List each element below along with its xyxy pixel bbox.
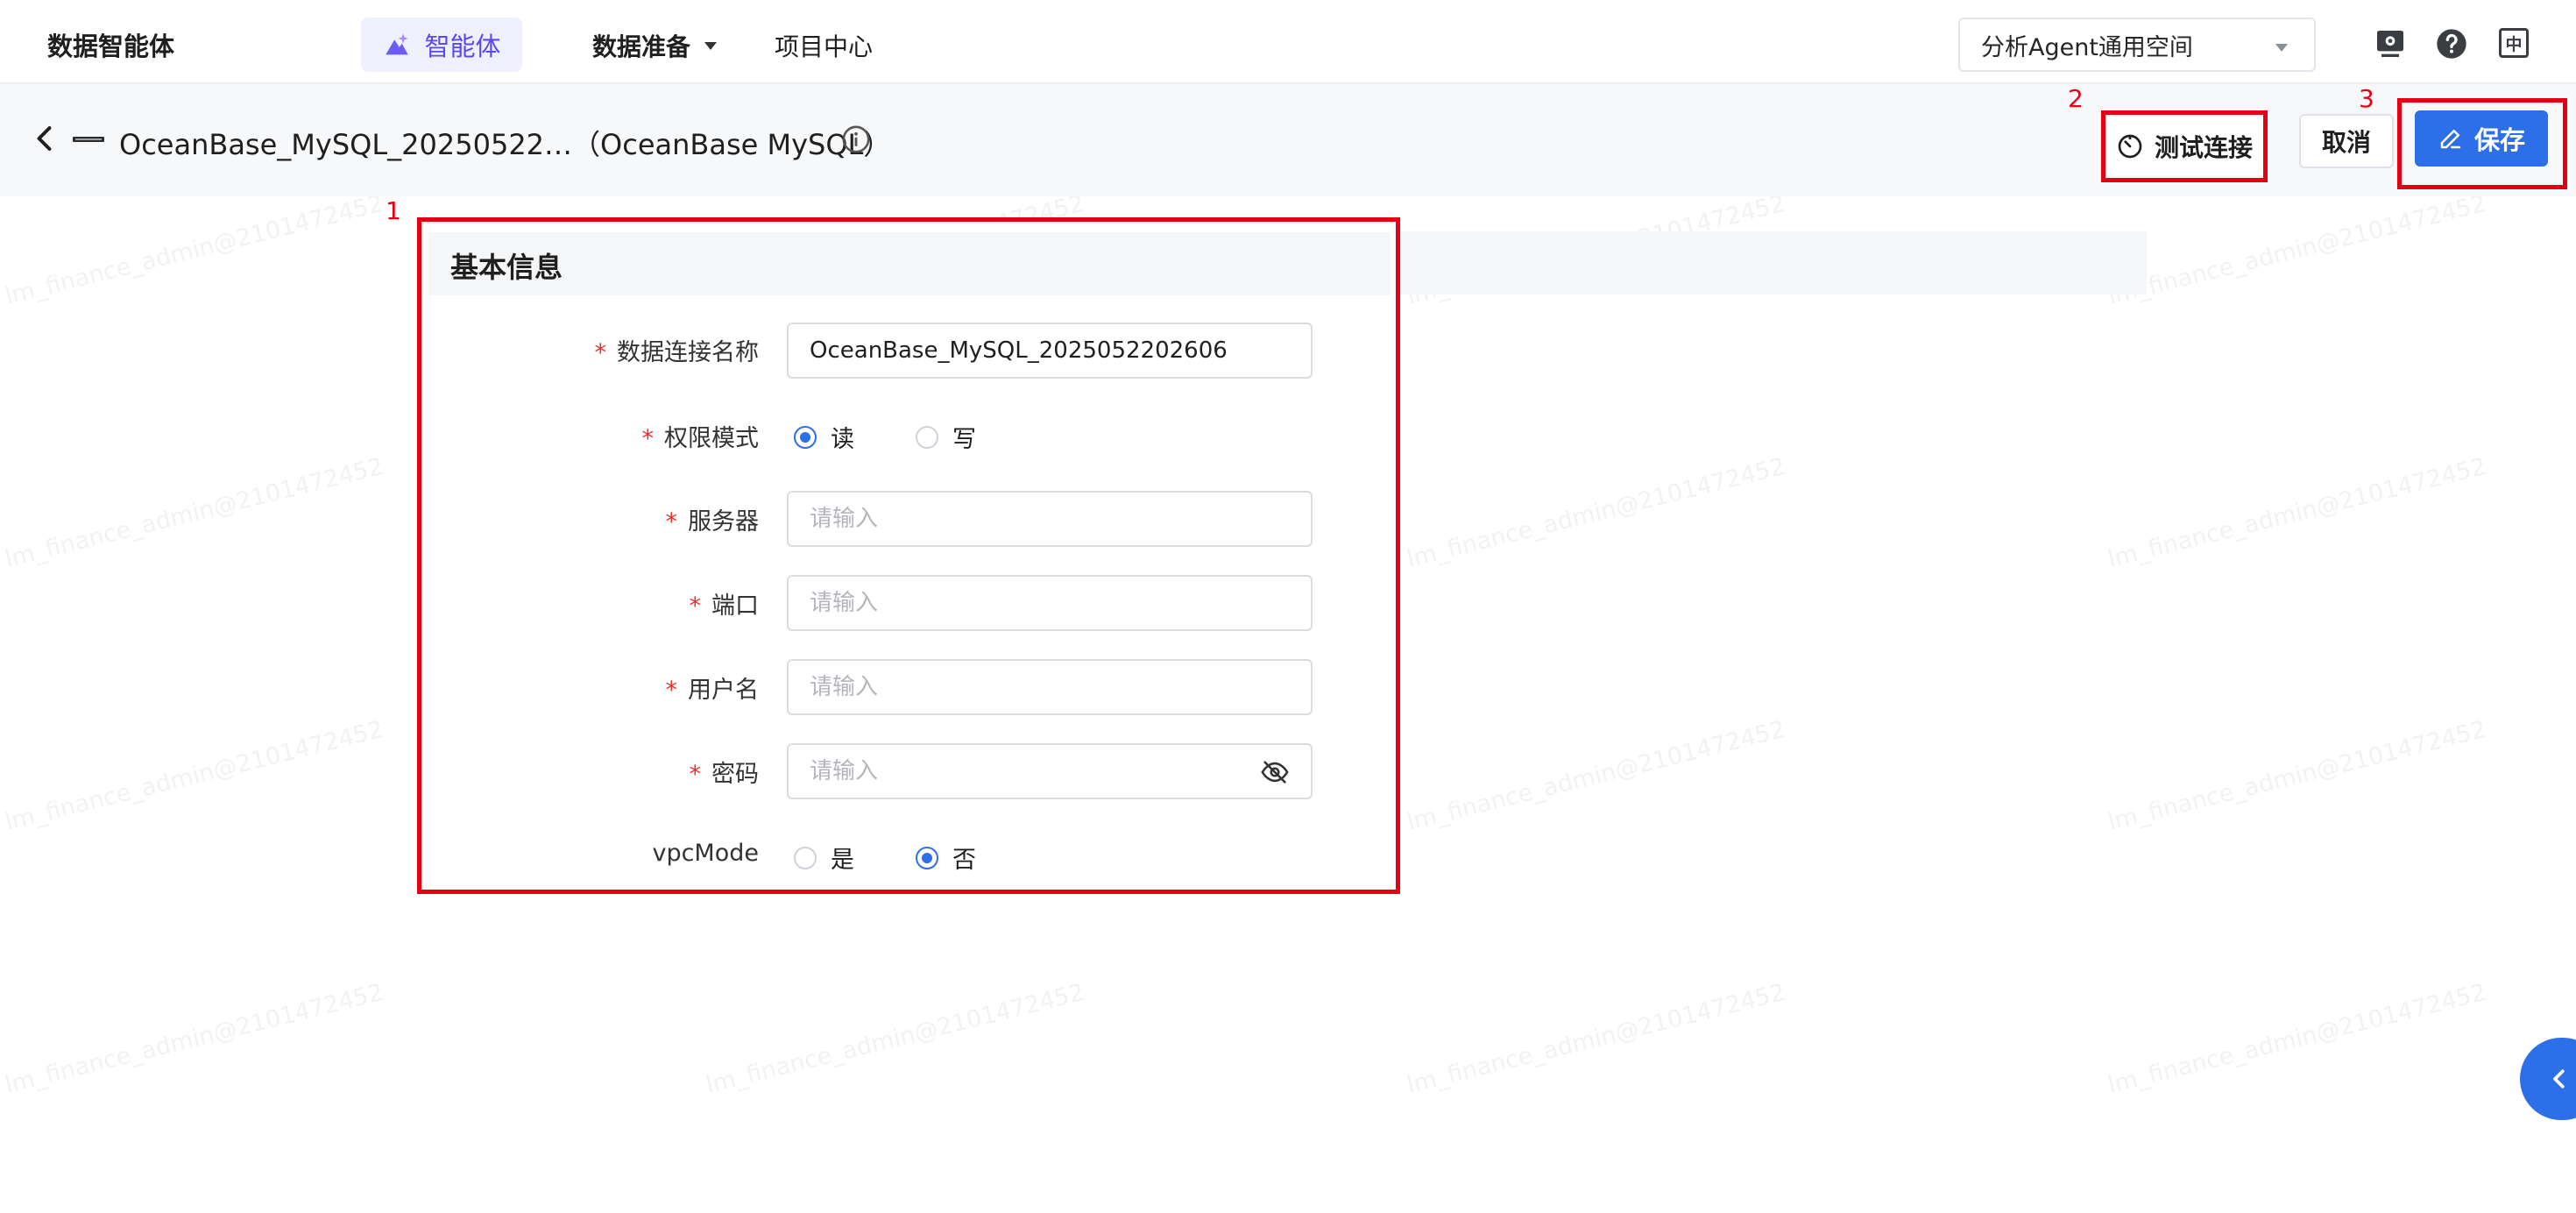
annotation-marker: 3 [2359,84,2374,113]
server-input[interactable] [787,491,1313,547]
vpc-mode-label: vpcMode [652,840,759,867]
caret-down-icon [704,41,718,50]
brand-title: 数据智能体 [47,32,175,61]
nav-menu-data-prep-label: 数据准备 [592,32,691,61]
watermark: lm_finance_admin@2101472452 [1404,978,1788,1100]
monitor-gear-icon[interactable] [2373,26,2408,61]
vpc-option-no[interactable]: 否 [916,841,976,875]
radio-unchecked[interactable] [794,846,817,869]
required-asterisk: * [641,425,655,452]
watermark: lm_finance_admin@2101472452 [1404,452,1788,574]
required-asterisk: * [665,508,678,536]
test-connection-button[interactable]: 测试连接 [2101,110,2268,182]
watermark: lm_finance_admin@2101472452 [2105,452,2489,574]
watermark: lm_finance_admin@2101472452 [2,715,386,837]
permission-option-write[interactable]: 写 [916,420,976,454]
save-label: 保存 [2473,125,2525,155]
annotation-marker: 2 [2068,84,2084,113]
permission-option-read[interactable]: 读 [794,420,854,454]
edit-pen-icon [2440,130,2461,149]
agent-sparkle-icon [386,33,409,55]
nav-menu-data-prep[interactable]: 数据准备 [592,28,718,63]
vpc-option-yes[interactable]: 是 [794,841,854,875]
nav-tab-agent[interactable]: 智能体 [361,18,522,72]
workspace-select[interactable]: 分析Agent通用空间 [1958,18,2316,72]
watermark: lm_finance_admin@2101472452 [2,189,386,311]
radio-unchecked[interactable] [916,425,938,449]
oceanbase-logo-icon [73,137,104,142]
save-button[interactable]: 保存 [2415,110,2548,167]
port-input[interactable] [787,575,1313,631]
cancel-button[interactable]: 取消 [2299,114,2394,168]
watermark: lm_finance_admin@2101472452 [1404,715,1788,837]
vpc-mode-radio-group: 是 否 [794,841,1037,875]
test-connection-label: 测试连接 [2154,133,2253,162]
password-input[interactable] [787,743,1313,799]
chevron-left-icon [2553,1069,2565,1089]
timer-icon [2118,134,2142,159]
back-arrow-icon[interactable] [30,123,61,154]
section-header-bar [428,232,1391,295]
nav-tab-agent-label: 智能体 [424,32,501,61]
username-field-label: * 用户名 [665,677,760,704]
server-field-label: * 服务器 [665,508,760,536]
watermark: lm_finance_admin@2101472452 [2,978,386,1100]
name-field-label: * 数据连接名称 [594,339,760,366]
eye-off-icon[interactable] [1260,757,1290,787]
radio-checked[interactable] [916,846,938,869]
caret-down-icon [2275,44,2288,52]
connection-name-input[interactable] [787,323,1313,379]
radio-checked[interactable] [794,425,817,449]
info-icon[interactable] [841,124,871,154]
watermark: lm_finance_admin@2101472452 [703,978,1087,1100]
watermark: lm_finance_admin@2101472452 [2105,715,2489,837]
required-asterisk: * [689,592,702,620]
side-panel-toggle[interactable] [2520,1038,2576,1120]
watermark: lm_finance_admin@2101472452 [2105,189,2489,311]
username-input[interactable] [787,659,1313,715]
permission-radio-group: 读 写 [794,420,1037,454]
page-title: OceanBase_MySQL_20250522…（OceanBase MySQ… [119,128,892,161]
language-switch[interactable]: 中 [2499,28,2529,58]
watermark: lm_finance_admin@2101472452 [2105,978,2489,1100]
help-icon[interactable] [2434,26,2469,61]
port-field-label: * 端口 [689,592,760,620]
required-asterisk: * [665,677,678,704]
section-title: 基本信息 [450,251,563,284]
workspace-select-value: 分析Agent通用空间 [1981,33,2193,61]
nav-menu-project-center[interactable]: 项目中心 [775,28,873,63]
watermark: lm_finance_admin@2101472452 [2,452,386,574]
required-asterisk: * [594,339,607,366]
password-field-label: * 密码 [689,761,760,788]
permission-field-label: * 权限模式 [641,425,760,452]
required-asterisk: * [689,761,702,788]
top-navigation: 数据智能体 智能体 数据准备 项目中心 分析Agent通用空间 中 [0,0,2576,84]
annotation-marker: 1 [386,196,401,225]
page-header: OceanBase_MySQL_20250522…（OceanBase MySQ… [0,84,2576,196]
